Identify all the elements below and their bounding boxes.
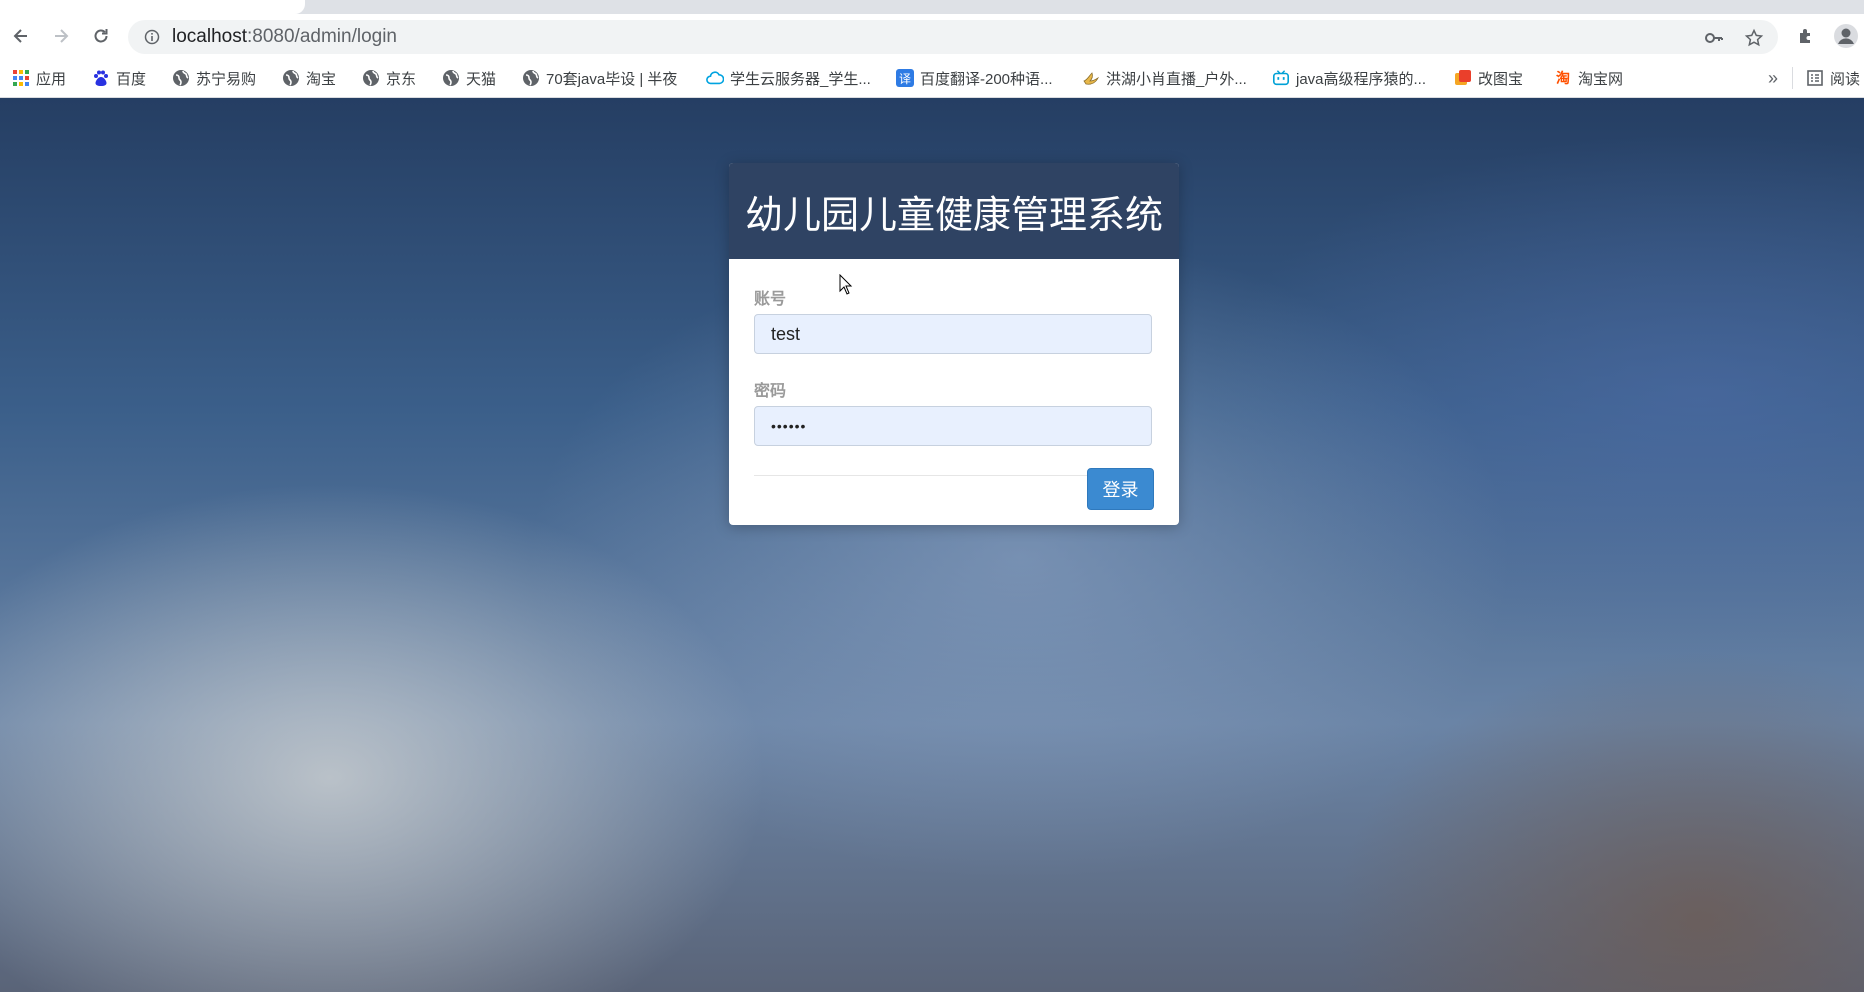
bookmark-label: 百度翻译-200种语... <box>920 70 1053 88</box>
bookmark-label: 改图宝 <box>1478 70 1524 88</box>
account-input[interactable] <box>754 314 1152 354</box>
tab-strip <box>0 0 1864 14</box>
gaitubao-icon <box>1454 69 1472 87</box>
system-title: 幼儿园儿童健康管理系统 <box>744 192 1163 237</box>
bookmark-label: 应用 <box>36 70 67 88</box>
login-panel: 幼儿园儿童健康管理系统 账号 密码 登录 <box>729 163 1179 525</box>
extensions-button[interactable] <box>1790 20 1822 52</box>
login-header: 幼儿园儿童健康管理系统 <box>729 163 1179 259</box>
profile-button[interactable] <box>1830 20 1862 52</box>
bookmark-baidu-translate[interactable]: 译 百度翻译-200种语... <box>896 67 1053 89</box>
active-tab[interactable] <box>0 0 305 14</box>
baidu-icon <box>92 69 110 87</box>
forward-icon <box>55 29 69 43</box>
bilibili-icon <box>1272 69 1290 87</box>
password-input[interactable] <box>754 406 1152 446</box>
globe-icon <box>442 69 460 87</box>
back-button[interactable] <box>5 20 37 52</box>
bookmark-label: 70套java毕设 | 半夜 <box>546 70 678 88</box>
bookmarks-bar: 应用 百度 苏宁易购 淘宝 京东 天猫 70套java毕设 | 半夜 学生云服务… <box>0 58 1864 98</box>
bookmark-baidu[interactable]: 百度 <box>92 67 146 89</box>
bookmark-star-icon[interactable] <box>1742 26 1766 50</box>
password-label: 密码 <box>754 381 787 400</box>
globe-icon <box>362 69 380 87</box>
bookmark-label: 百度 <box>116 70 147 88</box>
forward-button[interactable] <box>45 20 77 52</box>
bookmark-honghu-live[interactable]: 洪湖小肖直播_户外... <box>1082 67 1247 89</box>
reload-button[interactable] <box>85 20 117 52</box>
bookmark-jd[interactable]: 京东 <box>362 67 416 89</box>
bookmark-label: java高级程序猿的... <box>1296 70 1427 88</box>
bookmark-bilibili[interactable]: java高级程序猿的... <box>1272 67 1426 89</box>
bookmark-label: 学生云服务器_学生... <box>730 70 871 88</box>
bookmark-java-projects[interactable]: 70套java毕设 | 半夜 <box>522 67 677 89</box>
bookmark-label: 京东 <box>386 70 417 88</box>
globe-icon <box>282 69 300 87</box>
cloud-icon <box>706 69 724 87</box>
reading-list-icon <box>1806 69 1824 87</box>
bookmark-label: 淘宝网 <box>1578 70 1624 88</box>
bookmark-label: 苏宁易购 <box>196 70 257 88</box>
login-button[interactable]: 登录 <box>1087 468 1154 510</box>
reading-list-label: 阅读 <box>1830 70 1861 88</box>
apps-grid-icon <box>12 69 30 87</box>
profile-icon <box>1834 24 1858 48</box>
extensions-icon <box>1800 29 1810 43</box>
bookmark-apps[interactable]: 应用 <box>12 67 66 89</box>
bookmark-suning[interactable]: 苏宁易购 <box>172 67 256 89</box>
globe-icon <box>522 69 540 87</box>
bookmark-gaitubao[interactable]: 改图宝 <box>1454 67 1523 89</box>
taobao-icon: 淘 <box>1556 70 1570 86</box>
login-page: 幼儿园儿童健康管理系统 账号 密码 登录 <box>0 98 1864 992</box>
bookmark-label: 淘宝 <box>306 70 337 88</box>
bookmarks-overflow-button[interactable]: » <box>1768 67 1778 89</box>
bookmark-label: 洪湖小肖直播_户外... <box>1106 70 1247 88</box>
bookmark-student-cloud[interactable]: 学生云服务器_学生... <box>706 67 871 89</box>
password-key-icon[interactable] <box>1702 26 1726 50</box>
address-bar[interactable]: localhost:8080/admin/login <box>128 20 1778 54</box>
globe-icon <box>172 69 190 87</box>
bookmark-label: 天猫 <box>466 70 497 88</box>
url-path: :8080/admin/login <box>247 26 397 47</box>
reading-list-button[interactable]: 阅读 <box>1806 67 1860 89</box>
browser-toolbar: localhost:8080/admin/login <box>0 14 1864 58</box>
bookmark-taobao[interactable]: 淘宝 <box>282 67 336 89</box>
bookmark-taobao-web[interactable]: 淘 淘宝网 <box>1554 67 1623 89</box>
bookmark-tmall[interactable]: 天猫 <box>442 67 496 89</box>
site-info-icon[interactable] <box>144 29 160 45</box>
bookmarks-divider <box>1792 67 1793 89</box>
reload-icon <box>94 29 108 43</box>
back-icon <box>13 29 27 43</box>
url-host: localhost <box>172 26 247 47</box>
mouse-cursor-icon <box>839 274 853 295</box>
bird-icon <box>1082 69 1100 87</box>
account-label: 账号 <box>754 289 787 308</box>
translate-icon: 译 <box>896 69 914 87</box>
